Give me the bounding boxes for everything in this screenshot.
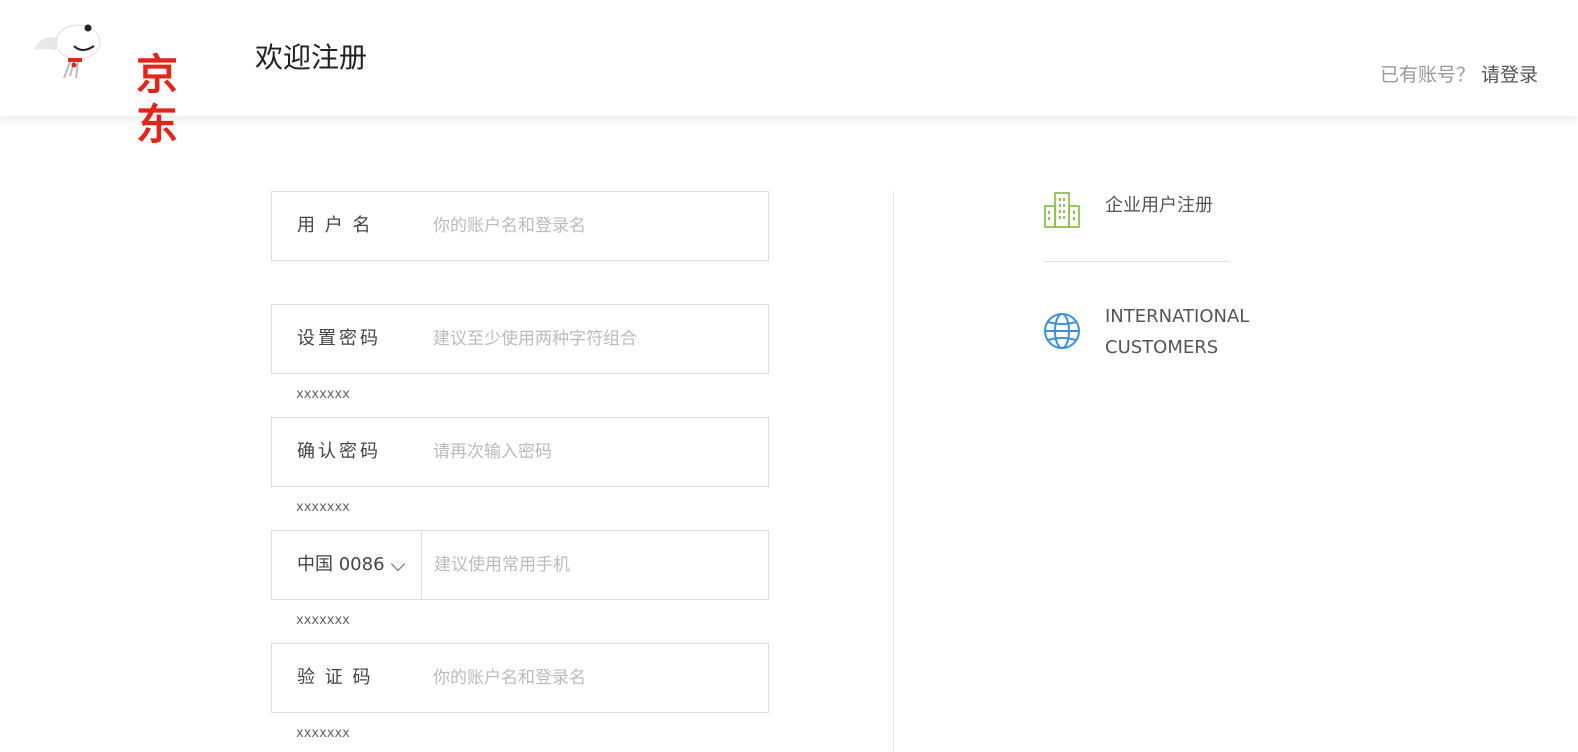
captcha-label: 验 证 码 xyxy=(297,667,373,688)
login-hint: 已有账号？ 请登录 xyxy=(1380,62,1538,88)
captcha-hint: xxxxxxx xyxy=(296,726,350,741)
confirm-password-hint: xxxxxxx xyxy=(296,500,350,515)
username-field: 用 户 名 xyxy=(271,191,769,261)
password-label: 设置密码 xyxy=(297,328,381,349)
international-label-line1: INTERNATIONAL xyxy=(1105,306,1250,327)
confirm-password-field: 确认密码 xyxy=(271,417,769,487)
chevron-down-icon xyxy=(390,556,406,572)
enterprise-register-label: 企业用户注册 xyxy=(1105,195,1213,216)
country-code-label: 中国 0086 xyxy=(297,554,385,575)
have-account-text: 已有账号？ xyxy=(1379,64,1475,86)
jd-mascot-icon xyxy=(34,24,101,79)
phone-hint: xxxxxxx xyxy=(296,613,350,628)
country-code-select[interactable]: 中国 0086 xyxy=(272,531,422,599)
password-input[interactable] xyxy=(431,305,751,373)
side-divider xyxy=(1043,261,1230,262)
captcha-field: 验 证 码 xyxy=(271,643,769,713)
jd-logo[interactable]: 京东 xyxy=(30,20,210,149)
captcha-input[interactable] xyxy=(431,644,751,712)
username-input[interactable] xyxy=(431,192,751,260)
confirm-password-label: 确认密码 xyxy=(297,441,381,462)
password-hint: xxxxxxx xyxy=(296,387,350,402)
logo-text: 京东 xyxy=(136,50,181,149)
confirm-password-input[interactable] xyxy=(431,418,751,486)
page-title: 欢迎注册 xyxy=(255,41,368,74)
username-label: 用 户 名 xyxy=(297,215,373,236)
vertical-divider xyxy=(893,191,894,752)
login-link[interactable]: 请登录 xyxy=(1481,64,1538,86)
phone-field: 中国 0086 xyxy=(271,530,769,600)
header: 京东 欢迎注册 已有账号？ 请登录 xyxy=(0,0,1578,149)
international-label-line2: CUSTOMERS xyxy=(1105,337,1219,358)
globe-icon xyxy=(1044,313,1080,349)
phone-input[interactable] xyxy=(432,531,752,599)
building-icon xyxy=(1044,192,1080,228)
password-field: 设置密码 xyxy=(271,304,769,374)
